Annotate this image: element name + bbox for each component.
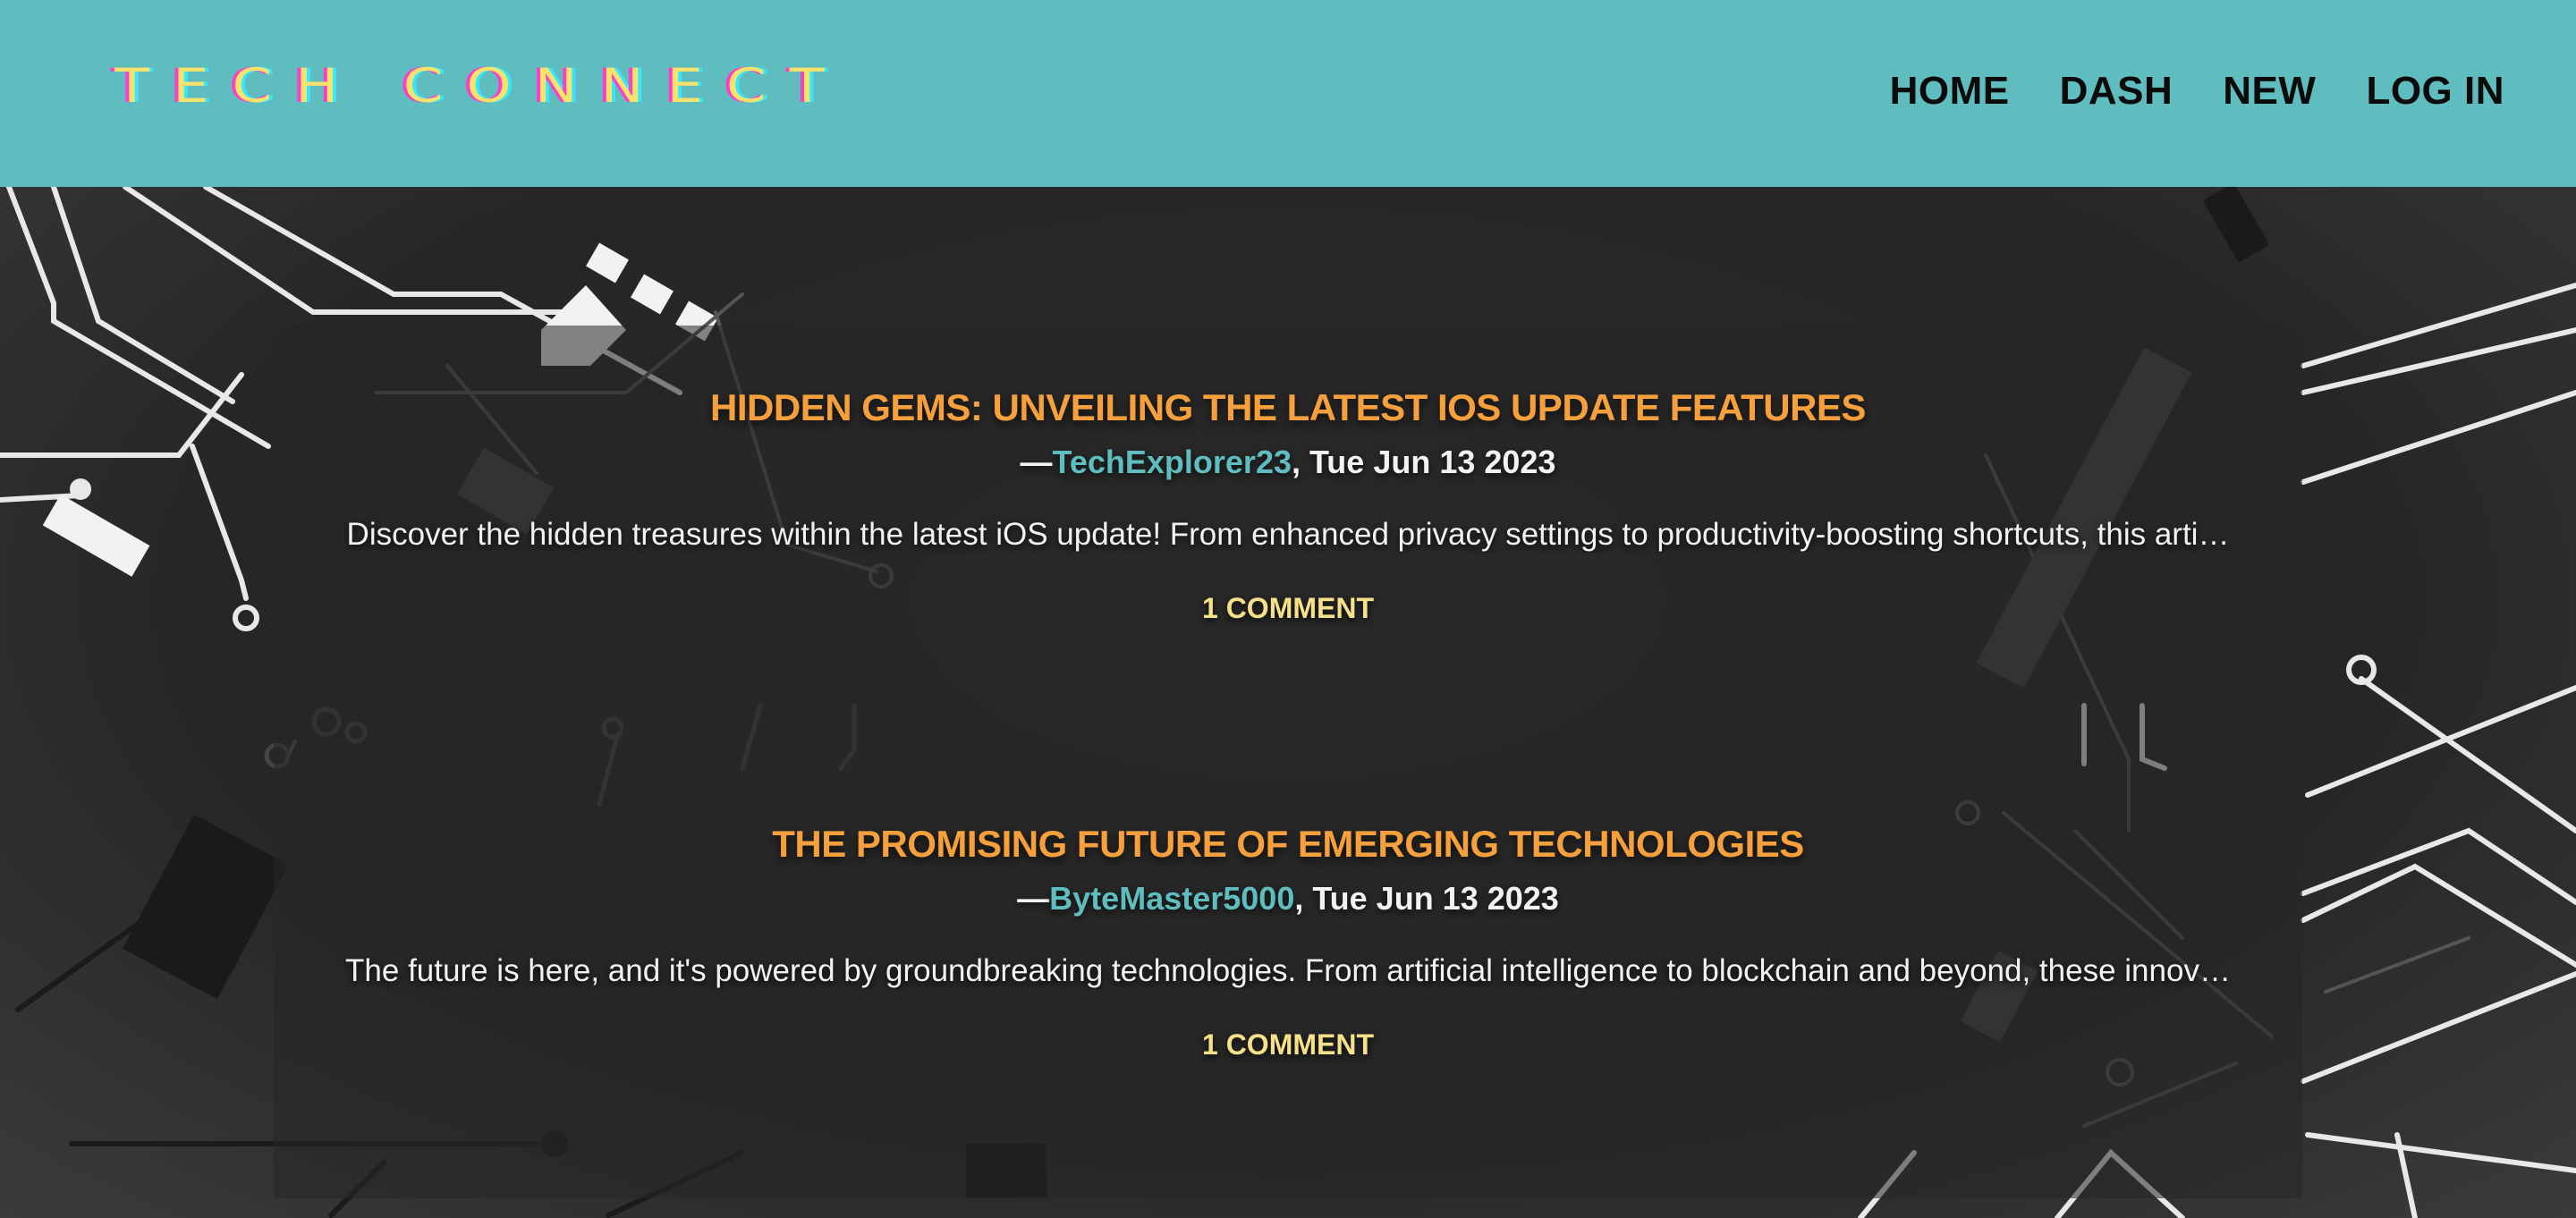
post-card[interactable]: HIDDEN GEMS: UNVEILING THE LATEST IOS UP… xyxy=(274,326,2302,762)
post-title[interactable]: HIDDEN GEMS: UNVEILING THE LATEST IOS UP… xyxy=(274,386,2302,429)
post-date: , Tue Jun 13 2023 xyxy=(1291,444,1556,480)
post-date: , Tue Jun 13 2023 xyxy=(1294,880,1559,917)
post-author-link[interactable]: ByteMaster5000 xyxy=(1049,880,1294,917)
post-comments-link[interactable]: 1 COMMENT xyxy=(274,592,2302,625)
post-byline: —TechExplorer23, Tue Jun 13 2023 xyxy=(274,444,2302,481)
post-excerpt: Discover the hidden treasures within the… xyxy=(346,517,2230,552)
site-logo[interactable]: Tech Connect xyxy=(114,59,848,114)
post-author-link[interactable]: TechExplorer23 xyxy=(1053,444,1292,480)
nav-home-link[interactable]: HOME xyxy=(1890,69,2010,114)
post-byline: —ByteMaster5000, Tue Jun 13 2023 xyxy=(274,880,2302,918)
post-card[interactable]: THE PROMISING FUTURE OF EMERGING TECHNOL… xyxy=(274,762,2302,1198)
nav-new-link[interactable]: NEW xyxy=(2223,69,2316,114)
post-title[interactable]: THE PROMISING FUTURE OF EMERGING TECHNOL… xyxy=(274,823,2302,866)
main-nav: HOME DASH NEW LOG IN xyxy=(1890,69,2504,114)
post-excerpt: The future is here, and it's powered by … xyxy=(345,953,2231,988)
byline-dash: — xyxy=(1017,880,1050,917)
site-header: Tech Connect HOME DASH NEW LOG IN xyxy=(0,0,2576,187)
nav-dash-link[interactable]: DASH xyxy=(2060,69,2174,114)
nav-login-link[interactable]: LOG IN xyxy=(2366,69,2504,114)
post-comments-link[interactable]: 1 COMMENT xyxy=(274,1028,2302,1062)
byline-dash: — xyxy=(1020,444,1053,480)
